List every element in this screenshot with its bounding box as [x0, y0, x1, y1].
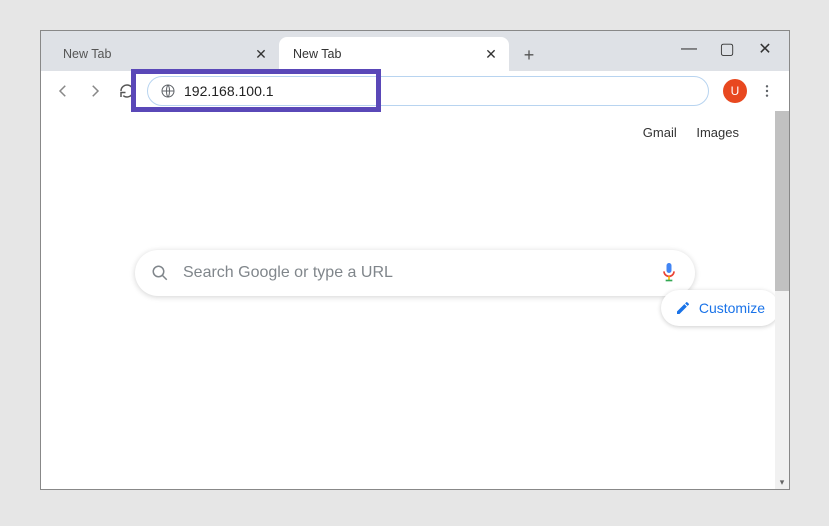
titlebar: New Tab ✕ New Tab ✕ + — ▢ ✕ — [41, 31, 789, 71]
customize-label: Customize — [699, 300, 765, 316]
pencil-icon — [675, 300, 691, 316]
gmail-link[interactable]: Gmail — [643, 125, 677, 140]
scroll-down-icon[interactable]: ▾ — [775, 475, 789, 489]
minimize-icon[interactable]: — — [679, 40, 699, 58]
tab-0[interactable]: New Tab ✕ — [49, 37, 279, 71]
profile-avatar[interactable]: U — [723, 79, 747, 103]
maximize-icon[interactable]: ▢ — [717, 39, 737, 59]
tab-label: New Tab — [293, 47, 341, 61]
close-icon[interactable]: ✕ — [253, 46, 269, 63]
spacer — [41, 140, 789, 250]
toolbar: U — [41, 71, 789, 111]
customize-button[interactable]: Customize — [661, 290, 779, 326]
close-window-icon[interactable]: ✕ — [755, 39, 775, 59]
new-tab-button[interactable]: + — [515, 41, 543, 69]
plus-icon: + — [524, 45, 535, 66]
search-wrap: Search Google or type a URL Customize — [41, 250, 789, 296]
scrollbar[interactable]: ▾ — [775, 111, 789, 489]
close-icon[interactable]: ✕ — [483, 46, 499, 63]
avatar-letter: U — [731, 84, 740, 98]
reload-button[interactable] — [115, 79, 139, 103]
tab-1[interactable]: New Tab ✕ — [279, 37, 509, 71]
arrow-left-icon — [54, 82, 72, 100]
tab-label: New Tab — [63, 47, 111, 61]
back-button[interactable] — [51, 79, 75, 103]
address-bar[interactable] — [147, 76, 709, 106]
search-icon — [151, 264, 169, 282]
search-box[interactable]: Search Google or type a URL Customize — [135, 250, 695, 296]
viewport: Gmail Images Search Google or type a URL — [41, 111, 789, 489]
new-tab-page: Gmail Images Search Google or type a URL — [41, 111, 789, 489]
arrow-right-icon — [86, 82, 104, 100]
globe-icon — [160, 83, 176, 99]
reload-icon — [118, 82, 136, 100]
mic-icon[interactable] — [659, 261, 679, 285]
browser-window: New Tab ✕ New Tab ✕ + — ▢ ✕ — [40, 30, 790, 490]
forward-button[interactable] — [83, 79, 107, 103]
address-input[interactable] — [184, 83, 696, 99]
dots-vertical-icon — [759, 83, 775, 99]
top-links: Gmail Images — [41, 111, 789, 140]
menu-button[interactable] — [755, 79, 779, 103]
scroll-thumb[interactable] — [775, 111, 789, 291]
tabstrip: New Tab ✕ New Tab ✕ + — [41, 31, 543, 71]
images-link[interactable]: Images — [696, 125, 739, 140]
window-controls: — ▢ ✕ — [679, 39, 781, 71]
search-placeholder: Search Google or type a URL — [183, 264, 645, 282]
